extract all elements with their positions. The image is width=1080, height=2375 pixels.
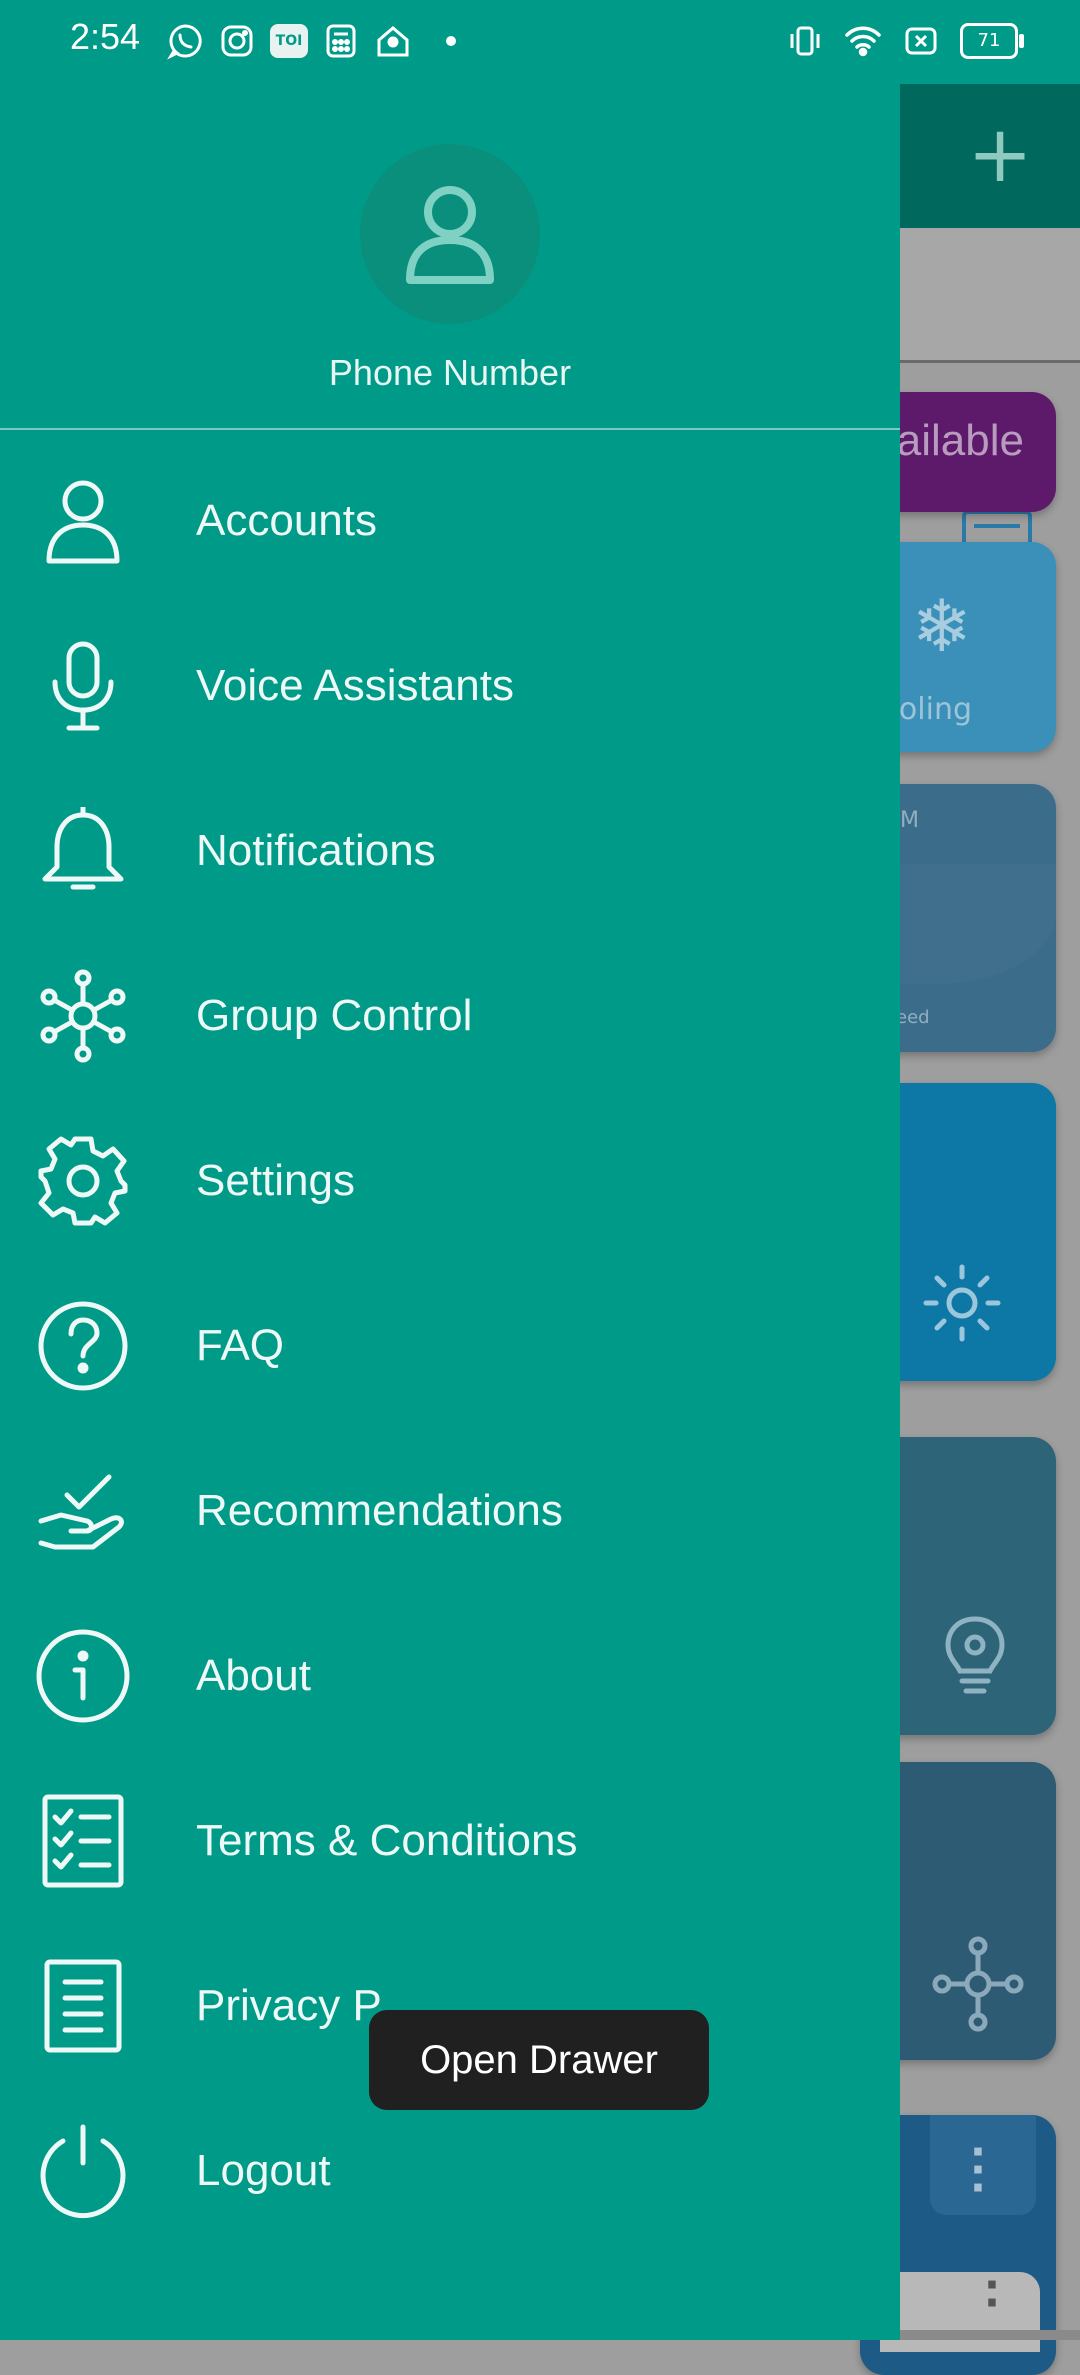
menu-item-settings[interactable]: Settings xyxy=(0,1098,900,1263)
menu-item-terms[interactable]: Terms & Conditions xyxy=(0,1758,900,1923)
menu-label: Privacy P xyxy=(196,1980,382,2030)
info-icon xyxy=(30,1623,136,1729)
toi-icon: TOI xyxy=(270,24,308,58)
menu-label: Voice Assistants xyxy=(196,660,514,710)
menu-label: FAQ xyxy=(196,1320,285,1370)
document-icon xyxy=(30,1953,136,2059)
menu-label: Group Control xyxy=(196,990,473,1040)
sun-icon xyxy=(923,1264,1001,1342)
status-right-icons: 71 xyxy=(786,22,1024,60)
menu-item-faq[interactable]: FAQ xyxy=(0,1263,900,1428)
bulb-icon xyxy=(945,1616,1005,1694)
snowflake-icon: ❄ xyxy=(911,584,972,668)
wifi-icon xyxy=(844,22,882,60)
gear-icon xyxy=(30,1128,136,1234)
card-bottom-header: · · · xyxy=(930,2115,1036,2215)
group-control-icon xyxy=(30,963,136,1069)
status-bar: 2:54 TOI 71 xyxy=(0,0,1080,84)
menu-item-logout[interactable]: Logout xyxy=(0,2088,900,2253)
menu-item-about[interactable]: About xyxy=(0,1593,900,1758)
menu-item-accounts[interactable]: Accounts xyxy=(0,438,900,603)
more-options-icon[interactable]: · · · xyxy=(970,2131,986,2209)
menu-label: Logout xyxy=(196,2145,331,2195)
calculator-icon xyxy=(322,22,360,60)
menu-label: About xyxy=(196,1650,311,1700)
status-time: 2:54 xyxy=(70,16,141,57)
status-left-icons: TOI xyxy=(166,22,456,60)
menu-label: Accounts xyxy=(196,495,377,545)
battery-icon: 71 xyxy=(960,23,1024,59)
notification-dot xyxy=(446,36,456,46)
hand-check-icon xyxy=(30,1458,136,1564)
more-options-icon-2[interactable]: · · xyxy=(984,2264,1000,2324)
menu-item-notifications[interactable]: Notifications xyxy=(0,768,900,933)
add-button[interactable]: + xyxy=(960,116,1040,200)
menu-label: Settings xyxy=(196,1155,355,1205)
person-icon xyxy=(406,186,494,284)
navigation-drawer: Phone Number Accounts Voice Assistants N… xyxy=(0,0,900,2340)
menu-item-recommendations[interactable]: Recommendations xyxy=(0,1428,900,1593)
power-icon xyxy=(30,2118,136,2224)
vibrate-icon xyxy=(786,22,824,60)
card-speed-text: eed xyxy=(896,1007,930,1028)
menu-item-group-control[interactable]: Group Control xyxy=(0,933,900,1098)
checklist-icon xyxy=(30,1788,136,1894)
no-sim-icon xyxy=(902,22,940,60)
person-icon xyxy=(30,468,136,574)
menu-item-voice-assistants[interactable]: Voice Assistants xyxy=(0,603,900,768)
instagram-icon xyxy=(218,22,256,60)
avatar[interactable] xyxy=(360,144,540,324)
microphone-icon xyxy=(30,633,136,739)
tooltip-open-drawer: Open Drawer xyxy=(369,2010,709,2110)
drawer-menu: Accounts Voice Assistants Notifications … xyxy=(0,438,900,2253)
whatsapp-icon xyxy=(166,22,204,60)
card-available-text: ailable xyxy=(896,416,1024,465)
bell-icon xyxy=(30,798,136,904)
phone-number-label: Phone Number xyxy=(328,352,572,393)
card-partial[interactable]: · · xyxy=(880,2264,1040,2352)
hub-icon xyxy=(932,1936,1024,2032)
question-icon xyxy=(30,1293,136,1399)
menu-label: Recommendations xyxy=(196,1485,563,1535)
menu-label: Terms & Conditions xyxy=(196,1815,578,1865)
header-divider xyxy=(0,428,900,430)
menu-label: Notifications xyxy=(196,825,436,875)
card-mode-text: M xyxy=(900,808,919,833)
home-location-icon xyxy=(374,22,412,60)
